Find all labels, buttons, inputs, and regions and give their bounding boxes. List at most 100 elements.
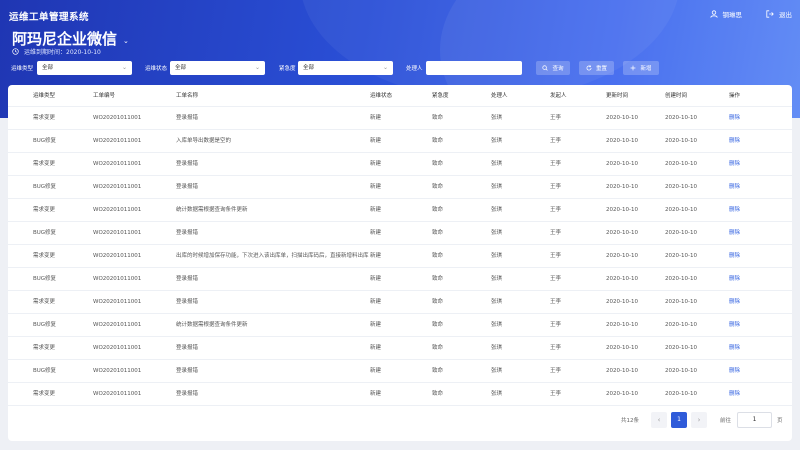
ops-status-cell: 新建: [370, 276, 382, 282]
ops-status-select[interactable]: 全部 ⌄: [170, 61, 265, 75]
delete-link[interactable]: 删除: [729, 153, 740, 176]
urgency-select[interactable]: 全部 ⌄: [298, 61, 393, 75]
delete-link[interactable]: 删除: [729, 199, 740, 222]
ops-type-cell: 需求变更: [33, 207, 56, 213]
created-time-cell: 2020-10-10: [665, 207, 697, 213]
urgency-cell: 致命: [432, 322, 444, 328]
order-no-cell: WO20201011001: [93, 253, 142, 259]
updated-time-cell: 2020-10-10: [606, 230, 638, 236]
urgency-cell: 致命: [432, 138, 444, 144]
handler-cell: 张琪: [491, 276, 503, 282]
handler-cell: 张琪: [491, 322, 503, 328]
delete-link[interactable]: 删除: [729, 107, 740, 130]
logout-button[interactable]: 退出: [766, 9, 792, 19]
initiator-cell: 王李: [550, 299, 562, 305]
order-no-cell: WO20201011001: [93, 230, 142, 236]
urgency-cell: 致命: [432, 115, 444, 121]
chevron-down-icon: ⌄: [254, 64, 260, 71]
expire-info: 运维到期时间：2020-10-10: [12, 47, 101, 56]
logout-icon: [766, 10, 774, 18]
created-time-cell: 2020-10-10: [665, 391, 697, 397]
order-no-cell: WO20201011001: [93, 276, 142, 282]
handler-cell: 张琪: [491, 161, 503, 167]
ops-status-value: 全部: [175, 65, 187, 71]
created-time-cell: 2020-10-10: [665, 138, 697, 144]
chevron-down-icon: ⌄: [121, 64, 127, 71]
order-no-cell: WO20201011001: [93, 345, 142, 351]
delete-link[interactable]: 删除: [729, 130, 740, 153]
reset-button[interactable]: 重置: [579, 61, 614, 75]
updated-time-cell: 2020-10-10: [606, 253, 638, 259]
ops-type-cell: 需求变更: [33, 161, 56, 167]
updated-time-cell: 2020-10-10: [606, 138, 638, 144]
order-no-cell: WO20201011001: [93, 207, 142, 213]
created-time-cell: 2020-10-10: [665, 184, 697, 190]
reset-label: 重置: [595, 66, 607, 72]
ops-status-cell: 新建: [370, 368, 382, 374]
initiator-cell: 王李: [550, 161, 562, 167]
table-row: BUG修复 WO20201011001 统计数据需根据查询条件更新 新建 致命 张琪 王李 2…: [8, 314, 792, 337]
order-no-cell: WO20201011001: [93, 161, 142, 167]
clock-icon: [12, 48, 19, 55]
total-count: 共12条: [621, 418, 639, 424]
urgency-cell: 致命: [432, 391, 444, 397]
add-button[interactable]: 新增: [623, 61, 659, 75]
user-area: 钢琳思 退出: [709, 9, 792, 19]
user-name: 钢琳思: [722, 11, 743, 19]
delete-link[interactable]: 删除: [729, 383, 740, 406]
delete-link[interactable]: 删除: [729, 314, 740, 337]
plus-icon: [631, 65, 636, 71]
urgency-cell: 致命: [432, 299, 444, 305]
created-time-cell: 2020-10-10: [665, 230, 697, 236]
column-header: 操作: [729, 93, 741, 99]
page-suffix: 页: [777, 418, 783, 424]
expire-text: 运维到期时间：2020-10-10: [24, 49, 101, 56]
ops-status-cell: 新建: [370, 230, 382, 236]
order-name-cell: 登录报错: [176, 161, 199, 167]
handler-cell: 张琪: [491, 207, 503, 213]
created-time-cell: 2020-10-10: [665, 161, 697, 167]
ops-status-label: 运维状态: [145, 66, 168, 72]
refresh-icon: [586, 65, 592, 71]
order-no-cell: WO20201011001: [93, 391, 142, 397]
ops-type-cell: 需求变更: [33, 253, 56, 259]
ops-type-select[interactable]: 全部 ⌄: [37, 61, 132, 75]
delete-link[interactable]: 删除: [729, 268, 740, 291]
initiator-cell: 王李: [550, 115, 562, 121]
pagination: 共12条 ‹ 1 › 前往 1 页: [8, 412, 792, 428]
search-button[interactable]: 查询: [536, 61, 570, 75]
search-label: 查询: [552, 66, 564, 72]
order-name-cell: 统计数据需根据查询条件更新: [176, 207, 248, 213]
delete-link[interactable]: 删除: [729, 360, 740, 383]
company-switcher[interactable]: 阿玛尼企业微信 ⌄: [12, 28, 129, 49]
column-header: 创建时间: [665, 93, 688, 99]
created-time-cell: 2020-10-10: [665, 115, 697, 121]
updated-time-cell: 2020-10-10: [606, 391, 638, 397]
order-name-cell: 登录报错: [176, 368, 199, 374]
prev-page-button[interactable]: ‹: [651, 412, 667, 428]
urgency-cell: 致命: [432, 253, 444, 259]
column-header: 发起人: [550, 93, 567, 99]
next-page-button[interactable]: ›: [691, 412, 707, 428]
user-menu[interactable]: 钢琳思: [709, 9, 743, 19]
initiator-cell: 王李: [550, 368, 562, 374]
ops-type-cell: BUG修复: [33, 138, 57, 144]
delete-link[interactable]: 删除: [729, 222, 740, 245]
page-number[interactable]: 1: [671, 412, 687, 428]
order-name-cell: 登录报错: [176, 230, 199, 236]
updated-time-cell: 2020-10-10: [606, 368, 638, 374]
column-header: 运维状态: [370, 93, 393, 99]
delete-link[interactable]: 删除: [729, 245, 740, 268]
table-row: 需求变更 WO20201011001 登录报错 新建 致命 张琪 王李 2020-10-10 2…: [8, 291, 792, 314]
order-name-cell: 登录报错: [176, 276, 199, 282]
created-time-cell: 2020-10-10: [665, 253, 697, 259]
table-row: 需求变更 WO20201011001 登录报错 新建 致命 张琪 王李 2020-10-10 2…: [8, 153, 792, 176]
delete-link[interactable]: 删除: [729, 291, 740, 314]
delete-link[interactable]: 删除: [729, 337, 740, 360]
goto-page-input[interactable]: 1: [737, 412, 772, 428]
delete-link[interactable]: 删除: [729, 176, 740, 199]
chevron-down-icon: ⌄: [382, 64, 388, 71]
handler-input[interactable]: [426, 61, 522, 75]
order-name-cell: 登录报错: [176, 345, 199, 351]
urgency-cell: 致命: [432, 276, 444, 282]
